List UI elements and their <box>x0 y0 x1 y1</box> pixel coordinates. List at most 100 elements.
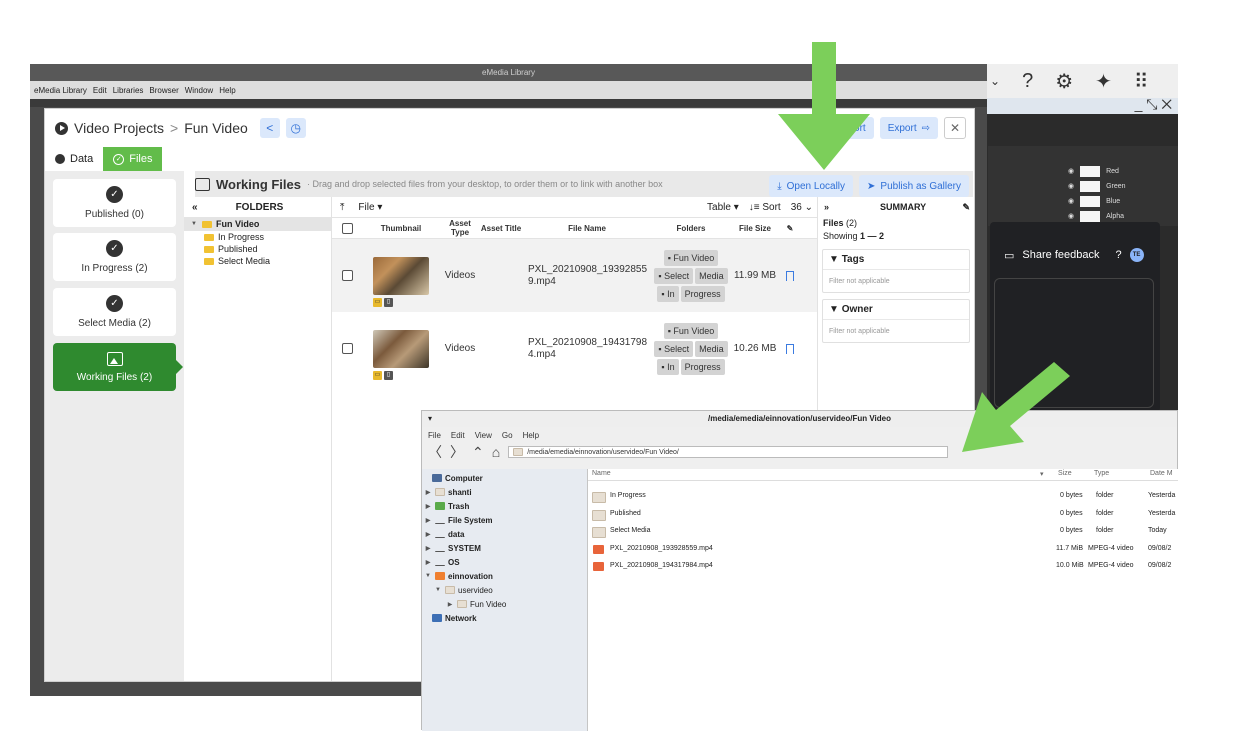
breadcrumb-root[interactable]: Video Projects <box>74 120 164 136</box>
tab-files[interactable]: ✓ Files <box>103 147 163 171</box>
tab-data[interactable]: Data <box>45 147 103 171</box>
sort-button[interactable]: ↓≡ Sort <box>749 202 781 213</box>
folder-chip[interactable]: Media <box>695 340 728 357</box>
menu-help[interactable]: Help <box>219 86 235 95</box>
column-header[interactable]: Size <box>1058 470 1072 477</box>
export-button[interactable]: Export ⇨ <box>879 117 938 139</box>
folder-chip[interactable]: Progress <box>680 358 725 375</box>
sort-caret-icon[interactable]: ▾ <box>1040 470 1044 478</box>
page-size-select[interactable]: 36 ⌄ <box>791 202 813 213</box>
stage-working-files[interactable]: Working Files (2) <box>53 343 183 391</box>
column-header[interactable]: Asset Type <box>440 219 480 237</box>
column-header[interactable]: Asset Title <box>480 224 522 233</box>
facet-header[interactable]: ▼ Owner <box>823 300 969 320</box>
folder-chip[interactable]: ▪ Select <box>654 340 694 357</box>
stage-in-progress[interactable]: ✓ In Progress (2) <box>53 233 176 281</box>
expand-icon[interactable]: » <box>824 202 829 212</box>
list-item[interactable]: Select Media 0 bytes folder Today <box>588 522 1178 540</box>
sidebar-item-network[interactable]: Network <box>422 611 587 625</box>
table-row[interactable]: ▭ ▯ Videos PXL_20210908_193928559.mp4 ▪ F… <box>332 239 817 312</box>
column-header[interactable]: Type <box>1094 470 1109 477</box>
window-menu-icon[interactable]: ▾ <box>428 411 432 427</box>
view-select[interactable]: Table ▾ <box>707 202 739 213</box>
menu-browser[interactable]: Browser <box>149 86 178 95</box>
folder-chip[interactable]: Progress <box>680 285 725 302</box>
folder-chip[interactable]: ▪ Select <box>654 267 694 284</box>
sparkle-icon[interactable]: ✦ <box>1095 69 1112 94</box>
caret-down-icon[interactable]: ▼ <box>424 573 432 579</box>
folder-chip[interactable]: ▪ In <box>657 285 679 302</box>
publish-gallery-button[interactable]: ➤ Publish as Gallery <box>859 175 969 197</box>
fm-menu-help[interactable]: Help <box>523 431 539 440</box>
forward-icon[interactable]: 〉 <box>450 442 464 462</box>
caret-right-icon[interactable]: ▶ <box>424 489 432 496</box>
fm-menu-go[interactable]: Go <box>502 431 513 440</box>
collapse-icon[interactable]: « <box>192 202 198 213</box>
file-menu-button[interactable]: File ▾ <box>358 202 382 213</box>
sidebar-item-data[interactable]: ▶ data <box>422 527 587 541</box>
gear-icon[interactable]: ⚙ <box>1055 69 1073 94</box>
folder-chip[interactable]: ▪ In <box>657 358 679 375</box>
sidebar-item-uservideo[interactable]: ▼ uservideo <box>422 583 587 597</box>
sidebar-item-computer[interactable]: Computer <box>422 471 587 485</box>
stage-select-media[interactable]: ✓ Select Media (2) <box>53 288 176 336</box>
bookmark-icon[interactable] <box>786 270 794 281</box>
layer-item[interactable]: ◉ Red <box>1068 164 1119 178</box>
menu-app[interactable]: eMedia Library <box>34 86 87 95</box>
sidebar-item-trash[interactable]: ▶ Trash <box>422 499 587 513</box>
sidebar-item-system[interactable]: ▶ SYSTEM <box>422 541 587 555</box>
folder-chip[interactable]: ▪ Fun Video <box>663 322 719 339</box>
layer-item[interactable]: ◉ Alpha <box>1068 209 1124 223</box>
list-item[interactable]: PXL_20210908_194317984.mp4 10.0 MiB MPEG… <box>588 557 1178 575</box>
eye-icon[interactable]: ◉ <box>1068 197 1074 205</box>
eye-icon[interactable]: ◉ <box>1068 212 1074 220</box>
eye-icon[interactable]: ◉ <box>1068 182 1074 190</box>
row-checkbox[interactable] <box>341 270 353 281</box>
folder-root[interactable]: ▼ Fun Video <box>184 217 331 231</box>
history-icon[interactable]: ◷ <box>285 118 306 138</box>
sidebar-item-file-system[interactable]: ▶ File System <box>422 513 587 527</box>
file-name[interactable]: PXL_20210908_193928559.mp4 <box>522 264 652 288</box>
edit-columns-icon[interactable]: ✎ <box>780 224 800 233</box>
folder-published[interactable]: Published <box>184 243 331 255</box>
caret-down-icon[interactable]: ▼ <box>190 221 198 227</box>
menu-edit[interactable]: Edit <box>93 86 107 95</box>
sidebar-item-shanti[interactable]: ▶ shanti <box>422 485 587 499</box>
eye-icon[interactable]: ◉ <box>1068 167 1074 175</box>
table-row[interactable]: ▭ ▯ Videos PXL_20210908_194317984.mp4 ▪ F… <box>332 312 817 385</box>
select-all-checkbox[interactable] <box>341 222 353 234</box>
chevron-down-icon[interactable]: ⌄ <box>990 74 1000 88</box>
column-header[interactable]: Name <box>592 470 611 477</box>
caret-right-icon[interactable]: ▶ <box>424 545 432 552</box>
list-item[interactable]: In Progress 0 bytes folder Yesterda <box>588 487 1178 505</box>
close-button[interactable]: ✕ <box>944 117 966 139</box>
caret-right-icon[interactable]: ▶ <box>424 531 432 538</box>
upload-icon[interactable]: ⤒ <box>340 202 344 213</box>
folder-select-media[interactable]: Select Media <box>184 255 331 267</box>
fm-menu-file[interactable]: File <box>428 431 441 440</box>
column-header[interactable]: Folders <box>652 224 730 233</box>
window-controls-icon[interactable]: _ ⤡ ✕ <box>1135 96 1172 113</box>
back-icon[interactable]: 〈 <box>428 442 442 462</box>
sidebar-item-einnovation[interactable]: ▼ einnovation <box>422 569 587 583</box>
list-item[interactable]: Published 0 bytes folder Yesterda <box>588 505 1178 523</box>
home-icon[interactable]: ⌂ <box>492 444 500 460</box>
sidebar-item-fun-video[interactable]: ▶ Fun Video <box>422 597 587 611</box>
apps-grid-icon[interactable]: ⠿ <box>1134 69 1149 94</box>
column-header[interactable]: File Name <box>522 224 652 233</box>
stage-published[interactable]: ✓ Published (0) <box>53 179 176 227</box>
avatar[interactable]: TE <box>1129 248 1144 262</box>
up-icon[interactable]: ⌃ <box>472 444 484 461</box>
caret-right-icon[interactable]: ▶ <box>424 517 432 524</box>
menu-libraries[interactable]: Libraries <box>113 86 144 95</box>
column-header[interactable]: Date M <box>1150 470 1173 477</box>
caret-right-icon[interactable]: ▶ <box>424 559 432 566</box>
edit-icon[interactable]: ✎ <box>962 202 970 213</box>
layer-item[interactable]: ◉ Green <box>1068 179 1126 193</box>
video-thumbnail[interactable]: ▭ ▯ <box>373 256 429 307</box>
file-name[interactable]: PXL_20210908_194317984.mp4 <box>522 337 652 361</box>
bookmark-icon[interactable] <box>786 343 794 354</box>
help-icon[interactable]: ? <box>1115 249 1121 261</box>
folder-chip[interactable]: Media <box>695 267 728 284</box>
share-icon[interactable]: < <box>259 118 280 138</box>
